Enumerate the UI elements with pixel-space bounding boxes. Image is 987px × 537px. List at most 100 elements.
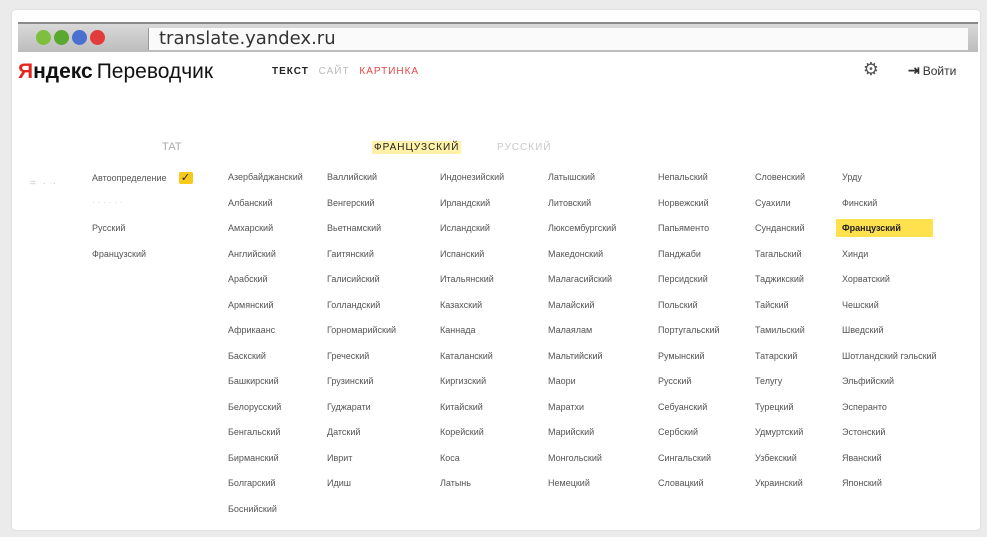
language-option[interactable]: Боснийский (228, 504, 277, 514)
language-option[interactable]: Хинди (842, 249, 868, 259)
language-option[interactable]: Каталанский (440, 351, 493, 361)
language-option[interactable]: Малагасийский (548, 274, 612, 284)
language-option[interactable]: Маратхи (548, 402, 584, 412)
language-option[interactable]: Армянский (228, 300, 274, 310)
language-option[interactable]: Польский (658, 300, 698, 310)
language-option[interactable]: Телугу (755, 376, 782, 386)
language-option[interactable]: Украинский (755, 478, 803, 488)
language-option[interactable]: Башкирский (228, 376, 279, 386)
language-option[interactable]: Персидский (658, 274, 708, 284)
language-option[interactable]: Румынский (658, 351, 705, 361)
language-option[interactable]: Татарский (755, 351, 797, 361)
language-option[interactable]: Английский (228, 249, 276, 259)
login-button[interactable]: ⇥ Войти (908, 62, 956, 79)
language-option[interactable]: Испанский (440, 249, 484, 259)
language-option[interactable]: Казахский (440, 300, 482, 310)
language-option[interactable]: Словенский (755, 172, 805, 182)
language-option[interactable]: Марийский (548, 427, 594, 437)
language-option[interactable]: Амхарский (228, 223, 273, 233)
language-option[interactable]: Сингальский (658, 453, 711, 463)
language-option[interactable]: Венгерский (327, 198, 375, 208)
language-option-selected[interactable]: Французский (836, 219, 933, 237)
language-option[interactable]: Себуанский (658, 402, 707, 412)
language-option[interactable]: Бенгальский (228, 427, 280, 437)
language-option[interactable]: Греческий (327, 351, 369, 361)
language-option[interactable]: Чешский (842, 300, 879, 310)
language-option[interactable]: Узбекский (755, 453, 797, 463)
language-option[interactable]: Латышский (548, 172, 595, 182)
language-option[interactable]: Корейский (440, 427, 484, 437)
recent-language[interactable]: Русский (92, 223, 125, 233)
alternative-language[interactable]: РУССКИЙ (497, 142, 551, 153)
language-option[interactable]: Итальянский (440, 274, 494, 284)
language-option[interactable]: Португальский (658, 325, 720, 335)
language-option[interactable]: Исландский (440, 223, 490, 233)
language-option[interactable]: Валлийский (327, 172, 377, 182)
language-option[interactable]: Болгарский (228, 478, 276, 488)
yandex-logo[interactable]: Яндекс Переводчик (18, 60, 213, 84)
window-close-icon[interactable] (90, 30, 105, 45)
window-dot-icon[interactable] (36, 30, 51, 45)
language-option[interactable]: Иврит (327, 453, 352, 463)
language-option[interactable]: Финский (842, 198, 877, 208)
language-option[interactable]: Гаитянский (327, 249, 374, 259)
language-option[interactable]: Киргизский (440, 376, 486, 386)
language-option[interactable]: Турецкий (755, 402, 794, 412)
language-option[interactable]: Литовский (548, 198, 591, 208)
tab-site[interactable]: САЙТ (319, 66, 350, 77)
language-option[interactable]: Малаялам (548, 325, 592, 335)
language-option[interactable]: Албанский (228, 198, 273, 208)
language-option[interactable]: Хорватский (842, 274, 890, 284)
language-option[interactable]: Немецкий (548, 478, 590, 488)
language-option[interactable]: Урду (842, 172, 862, 182)
window-dot-icon[interactable] (72, 30, 87, 45)
language-option[interactable]: Гуджарати (327, 402, 371, 412)
language-option[interactable]: Каннада (440, 325, 475, 335)
language-option[interactable]: Тагальский (755, 249, 802, 259)
language-option[interactable]: Монгольский (548, 453, 602, 463)
url-field[interactable]: translate.yandex.ru (148, 28, 968, 50)
language-option[interactable]: Люксембургский (548, 223, 616, 233)
language-option[interactable]: Удмуртский (755, 427, 803, 437)
language-option[interactable]: Голландский (327, 300, 380, 310)
language-option[interactable]: Датский (327, 427, 360, 437)
language-option[interactable]: Горномарийский (327, 325, 396, 335)
language-option[interactable]: Японский (842, 478, 882, 488)
language-option[interactable]: Малайский (548, 300, 594, 310)
language-option[interactable]: Ирландский (440, 198, 490, 208)
language-option[interactable]: Сербский (658, 427, 698, 437)
language-option[interactable]: Эстонский (842, 427, 885, 437)
language-option[interactable]: Тамильский (755, 325, 805, 335)
language-option[interactable]: Яванский (842, 453, 882, 463)
language-option[interactable]: Непальский (658, 172, 708, 182)
language-option[interactable]: Русский (658, 376, 691, 386)
auto-detect-option[interactable]: Автоопределение ✓ (92, 172, 193, 184)
language-option[interactable]: Индонезийский (440, 172, 504, 182)
language-option[interactable]: Белорусский (228, 402, 281, 412)
language-option[interactable]: Вьетнамский (327, 223, 381, 233)
language-option[interactable]: Галисийский (327, 274, 380, 284)
language-option[interactable]: Бирманский (228, 453, 279, 463)
language-option[interactable]: Коса (440, 453, 460, 463)
language-option[interactable]: Китайский (440, 402, 483, 412)
language-option[interactable]: Латынь (440, 478, 471, 488)
language-option[interactable]: Азербайджанский (228, 172, 303, 182)
language-option[interactable]: Панджаби (658, 249, 701, 259)
language-option[interactable]: Мальтийский (548, 351, 603, 361)
recent-language[interactable]: Французский (92, 249, 146, 259)
language-option[interactable]: Эсперанто (842, 402, 887, 412)
gear-icon[interactable]: ⚙ (862, 60, 880, 78)
language-option[interactable]: Шведский (842, 325, 883, 335)
language-option[interactable]: Грузинский (327, 376, 373, 386)
language-option[interactable]: Арабский (228, 274, 268, 284)
tab-text[interactable]: ТЕКСТ (272, 66, 309, 77)
language-option[interactable]: Эльфийский (842, 376, 894, 386)
language-option[interactable]: Норвежский (658, 198, 709, 208)
language-option[interactable]: Тайский (755, 300, 789, 310)
language-option[interactable]: Баскский (228, 351, 266, 361)
language-option[interactable]: Шотландский гэльский (842, 351, 937, 361)
language-option[interactable]: Папьяменто (658, 223, 709, 233)
language-option[interactable]: Идиш (327, 478, 351, 488)
window-dot-icon[interactable] (54, 30, 69, 45)
language-option[interactable]: Африкаанс (228, 325, 275, 335)
